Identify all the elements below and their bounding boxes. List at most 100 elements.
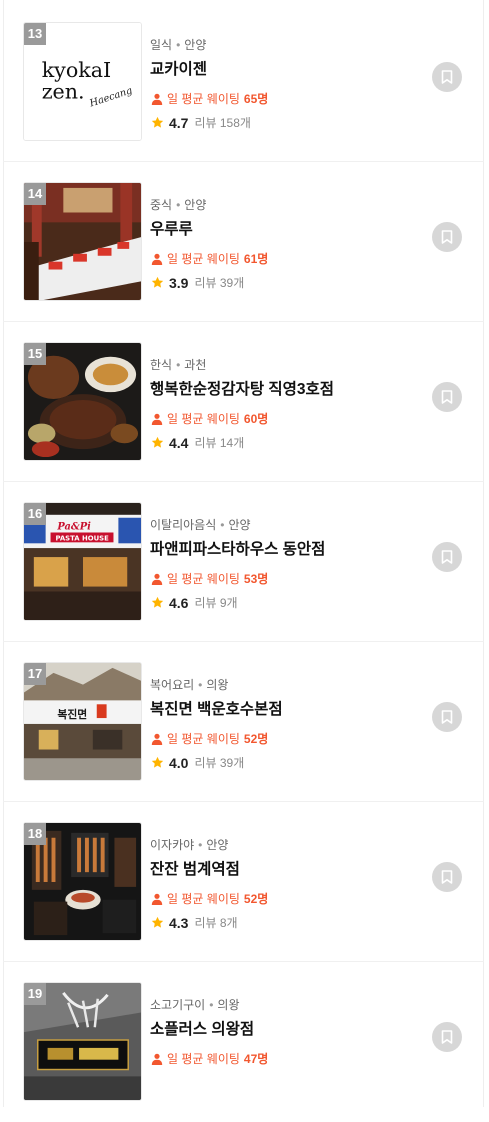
restaurant-item[interactable]: 14 중식 • 안양 우루루 일 평균 웨이팅 61명 3.9 리뷰 39개	[3, 162, 484, 322]
restaurant-photo[interactable]: 14	[23, 182, 142, 301]
rank-badge: 16	[24, 503, 46, 525]
bookmark-icon	[441, 390, 453, 404]
star-icon	[151, 276, 164, 288]
waiting-label: 일 평균 웨이팅	[167, 732, 240, 746]
rank-badge: 18	[24, 823, 46, 845]
restaurant-item[interactable]: 19 소고기구이 • 의왕 소플러스 의왕점 일 평균 웨이팅 47명	[3, 962, 484, 1122]
bookmark-button[interactable]	[432, 702, 462, 732]
person-icon	[151, 253, 163, 265]
restaurant-item[interactable]: kyokaI zen. Haecang 13 일식 • 안양 교카이젠 일 평균 웨…	[3, 2, 484, 162]
category: 한식	[150, 358, 173, 372]
restaurant-name[interactable]: 행복한순정감자탕 직영3호점	[150, 377, 334, 399]
restaurant-name[interactable]: 복진면 백운호수본점	[150, 697, 283, 719]
bookmark-button[interactable]	[432, 862, 462, 892]
review-count: 리뷰 9개	[194, 596, 238, 610]
restaurant-name[interactable]: 우루루	[150, 217, 193, 239]
sign-line2: PASTA HOUSE	[55, 534, 109, 542]
restaurant-meta: 한식 • 과천	[150, 356, 206, 373]
star-icon	[151, 916, 164, 928]
category: 이탈리아음식	[150, 518, 217, 532]
separator-dot: •	[209, 998, 214, 1012]
region: 안양	[184, 38, 207, 52]
waiting-info: 일 평균 웨이팅 65명	[151, 90, 268, 107]
sign-line1: Pa&Pi	[56, 522, 91, 533]
separator-dot: •	[220, 518, 225, 532]
waiting-label: 일 평균 웨이팅	[167, 892, 240, 906]
waiting-count: 60명	[243, 412, 269, 426]
logo-line1: kyokaI	[42, 58, 112, 82]
review-count: 리뷰 14개	[194, 436, 245, 450]
restaurant-name[interactable]: 잔잔 범계역점	[150, 857, 240, 879]
restaurant-photo[interactable]: 18	[23, 822, 142, 941]
review-count: 리뷰 39개	[194, 756, 245, 770]
waiting-info: 일 평균 웨이팅 53명	[151, 570, 268, 587]
person-icon	[151, 573, 163, 585]
bookmark-button[interactable]	[432, 222, 462, 252]
sign-text: 복진면	[57, 707, 87, 721]
rating-info: 4.3 리뷰 8개	[151, 914, 238, 931]
restaurant-item[interactable]: Pa&Pi PASTA HOUSE 16 이탈리아음식 • 안양 파앤피파스타하우스…	[3, 482, 484, 642]
rating-score: 4.3	[169, 914, 189, 931]
bookmark-icon	[441, 70, 453, 84]
restaurant-meta: 복어요리 • 의왕	[150, 676, 228, 693]
waiting-info: 일 평균 웨이팅 47명	[151, 1050, 268, 1067]
category: 이자카야	[150, 838, 195, 852]
waiting-count: 52명	[243, 892, 269, 906]
rank-badge: 15	[24, 343, 46, 365]
waiting-count: 52명	[243, 732, 269, 746]
bookmark-icon	[441, 550, 453, 564]
bookmark-icon	[441, 710, 453, 724]
rating-info: 3.9 리뷰 39개	[151, 274, 244, 291]
rating-info: 4.6 리뷰 9개	[151, 594, 238, 611]
waiting-label: 일 평균 웨이팅	[167, 92, 240, 106]
rank-badge: 14	[24, 183, 46, 205]
restaurant-photo[interactable]: 복진면 17	[23, 662, 142, 781]
waiting-count: 53명	[243, 572, 269, 586]
restaurant-photo[interactable]: kyokaI zen. Haecang 13	[23, 22, 142, 141]
rating-info: 4.0 리뷰 39개	[151, 754, 244, 771]
star-icon	[151, 756, 164, 768]
restaurant-photo[interactable]: 15	[23, 342, 142, 461]
person-icon	[151, 413, 163, 425]
bookmark-icon	[441, 230, 453, 244]
restaurant-item[interactable]: 18 이자카야 • 안양 잔잔 범계역점 일 평균 웨이팅 52명 4.3 리뷰 8개	[3, 802, 484, 962]
bookmark-button[interactable]	[432, 1022, 462, 1052]
restaurant-meta: 일식 • 안양	[150, 36, 206, 53]
restaurant-photo[interactable]: 19	[23, 982, 142, 1101]
waiting-label: 일 평균 웨이팅	[167, 412, 240, 426]
bookmark-icon	[441, 870, 453, 884]
separator-dot: •	[176, 198, 181, 212]
region: 안양	[228, 518, 251, 532]
separator-dot: •	[176, 358, 181, 372]
region: 안양	[184, 198, 207, 212]
restaurant-meta: 중식 • 안양	[150, 196, 206, 213]
category: 복어요리	[150, 678, 195, 692]
restaurant-item[interactable]: 15 한식 • 과천 행복한순정감자탕 직영3호점 일 평균 웨이팅 60명 4.4 …	[3, 322, 484, 482]
bookmark-icon	[441, 1030, 453, 1044]
waiting-label: 일 평균 웨이팅	[167, 1052, 240, 1066]
restaurant-photo[interactable]: Pa&Pi PASTA HOUSE 16	[23, 502, 142, 621]
bookmark-button[interactable]	[432, 62, 462, 92]
waiting-label: 일 평균 웨이팅	[167, 252, 240, 266]
logo-line2: zen.	[42, 80, 85, 104]
bookmark-button[interactable]	[432, 542, 462, 572]
waiting-count: 47명	[243, 1052, 269, 1066]
restaurant-item[interactable]: 복진면 17 복어요리 • 의왕 복진면 백운호수본점 일 평균 웨이팅 52명 4.…	[3, 642, 484, 802]
rank-badge: 17	[24, 663, 46, 685]
category: 소고기구이	[150, 998, 206, 1012]
person-icon	[151, 1053, 163, 1065]
waiting-label: 일 평균 웨이팅	[167, 572, 240, 586]
person-icon	[151, 733, 163, 745]
star-icon	[151, 116, 164, 128]
rating-score: 4.0	[169, 754, 189, 771]
rating-info: 4.4 리뷰 14개	[151, 434, 244, 451]
rank-badge: 13	[24, 23, 46, 45]
waiting-info: 일 평균 웨이팅 52명	[151, 730, 268, 747]
restaurant-name[interactable]: 교카이젠	[150, 57, 207, 79]
restaurant-name[interactable]: 소플러스 의왕점	[150, 1017, 254, 1039]
region: 과천	[184, 358, 207, 372]
restaurant-meta: 이탈리아음식 • 안양	[150, 516, 251, 533]
bookmark-button[interactable]	[432, 382, 462, 412]
restaurant-name[interactable]: 파앤피파스타하우스 동안점	[150, 537, 325, 559]
rating-info: 4.7 리뷰 158개	[151, 114, 251, 131]
